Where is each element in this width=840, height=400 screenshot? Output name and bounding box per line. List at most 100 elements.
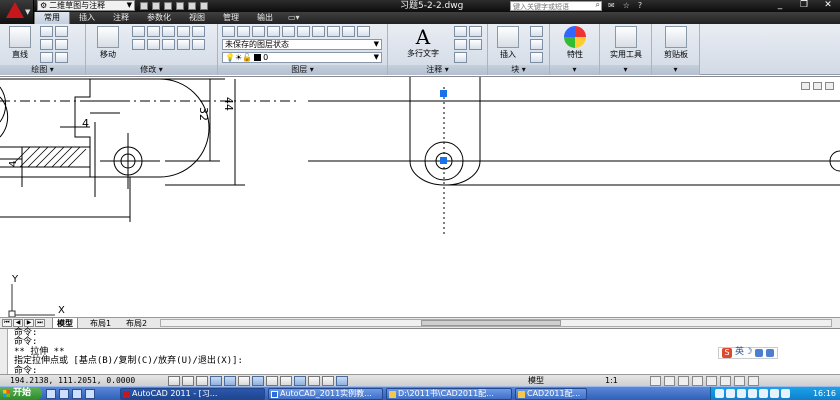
lock-icon[interactable] <box>692 376 703 386</box>
open-file-icon[interactable] <box>152 2 160 10</box>
command-window[interactable]: 命令: 命令: ** 拉伸 ** 指定拉伸点或 [基点(B)/复制(C)/放弃(… <box>0 328 840 376</box>
circle-icon[interactable] <box>40 39 53 50</box>
properties-panel-title[interactable]: ▾ <box>550 65 599 75</box>
hatch-icon[interactable] <box>55 52 68 63</box>
clean-screen-icon[interactable] <box>748 376 759 386</box>
close-icon[interactable]: ✕ <box>816 0 840 12</box>
grid-toggle[interactable] <box>182 376 194 386</box>
first-tab-icon[interactable]: ⏮ <box>2 319 12 327</box>
multiline-text-button[interactable]: A 多行文字 <box>398 26 448 59</box>
lineweight-toggle[interactable] <box>294 376 306 386</box>
ortho-toggle[interactable] <box>196 376 208 386</box>
moon-icon[interactable]: ☽ <box>747 347 752 357</box>
multileader-icon[interactable] <box>454 39 467 50</box>
volume-icon[interactable] <box>726 389 735 398</box>
new-file-icon[interactable] <box>140 2 148 10</box>
ime-mode-label[interactable]: 英 <box>735 347 744 357</box>
taskbar-item-word[interactable]: AutoCAD_2011实例教... <box>268 388 383 400</box>
layer-previous-icon[interactable] <box>327 26 340 37</box>
isolate-objects-icon[interactable] <box>720 376 731 386</box>
layer-lock-icon[interactable] <box>267 26 280 37</box>
modify-panel-title[interactable]: 修改 ▾ <box>86 65 217 75</box>
restore-icon[interactable]: ❐ <box>792 0 816 12</box>
auto-scale-icon[interactable] <box>664 376 675 386</box>
layer-off-icon[interactable] <box>357 26 370 37</box>
last-tab-icon[interactable]: ⏭ <box>35 319 45 327</box>
grip-center[interactable] <box>440 157 447 164</box>
create-block-icon[interactable] <box>530 26 543 37</box>
update-icon[interactable] <box>759 389 768 398</box>
array-icon[interactable] <box>162 39 175 50</box>
ime-settings-icon[interactable] <box>766 349 775 357</box>
insert-button[interactable]: 插入 <box>488 26 528 60</box>
polar-toggle[interactable] <box>210 376 222 386</box>
move-button[interactable]: 移动 <box>88 26 128 60</box>
workspace-switch-icon[interactable] <box>678 376 689 386</box>
selection-cycling-toggle[interactable] <box>336 376 348 386</box>
layer-match-icon[interactable] <box>312 26 325 37</box>
ime-toolbar[interactable]: S 英 ☽ <box>718 347 779 359</box>
undo-icon[interactable] <box>188 2 196 10</box>
current-layer-dropdown[interactable]: 💡☀🔓 0 ▼ <box>222 52 382 63</box>
annotation-panel-title[interactable]: 注释 ▾ <box>388 65 487 75</box>
erase-icon[interactable] <box>192 39 205 50</box>
layers-panel-title[interactable]: 图层 ▾ <box>218 65 387 75</box>
tab-insert[interactable]: 插入 <box>70 12 104 24</box>
security-icon[interactable] <box>737 389 746 398</box>
line-button[interactable]: 直线 <box>0 26 40 60</box>
scrollbar-thumb[interactable] <box>421 320 561 326</box>
ducs-toggle[interactable] <box>266 376 278 386</box>
tab-view[interactable]: 视图 <box>180 12 214 24</box>
quick-properties-toggle[interactable] <box>322 376 334 386</box>
annotation-visibility-icon[interactable] <box>650 376 661 386</box>
desktop-icon[interactable] <box>59 389 69 399</box>
transparency-toggle[interactable] <box>308 376 320 386</box>
tab-output[interactable]: 输出 <box>248 12 282 24</box>
stretch-icon[interactable] <box>132 39 145 50</box>
clipboard-button[interactable]: 剪贴板 <box>656 26 696 60</box>
command-window-grip[interactable] <box>0 329 8 375</box>
osnap-toggle[interactable] <box>224 376 236 386</box>
mirror-icon[interactable] <box>177 26 190 37</box>
layer-unisolate-icon[interactable] <box>297 26 310 37</box>
plot-icon[interactable] <box>176 2 184 10</box>
application-menu-button[interactable]: ▼ <box>0 0 34 24</box>
tab-parametric[interactable]: 参数化 <box>138 12 180 24</box>
utilities-panel-title[interactable]: ▾ <box>600 65 651 75</box>
fillet-icon[interactable] <box>192 26 205 37</box>
start-button[interactable]: 开始 <box>0 387 42 400</box>
dyn-toggle[interactable] <box>280 376 292 386</box>
horizontal-scrollbar[interactable] <box>160 319 832 327</box>
draw-panel-title[interactable]: 绘图 ▾ <box>0 65 85 75</box>
rotate-icon[interactable] <box>132 26 145 37</box>
drawing-canvas[interactable]: 32 44 4 4 Y X <box>0 76 840 318</box>
dim-dropdown-icon[interactable] <box>469 26 482 37</box>
search-icon[interactable]: ⌕ <box>596 0 600 10</box>
copy-icon[interactable] <box>162 26 175 37</box>
ellipse-icon[interactable] <box>40 52 53 63</box>
hardware-acceleration-icon[interactable] <box>706 376 717 386</box>
taskbar-item-explorer[interactable]: D:\2011书\CAD2011配... <box>386 388 512 400</box>
table-icon[interactable] <box>454 52 467 63</box>
workspace-selector[interactable]: ⚙ 二维草图与注释 ▼ <box>37 0 135 11</box>
tab-manage[interactable]: 管理 <box>214 12 248 24</box>
trim-icon[interactable] <box>147 26 160 37</box>
tab-annotate[interactable]: 注释 <box>104 12 138 24</box>
help-icon[interactable]: ? <box>638 0 642 12</box>
save-icon[interactable] <box>164 2 172 10</box>
layer-properties-icon[interactable] <box>222 26 235 37</box>
leader-dropdown-icon[interactable] <box>469 39 482 50</box>
ie-icon[interactable] <box>46 389 56 399</box>
previous-tab-icon[interactable]: ◀ <box>13 319 23 327</box>
antivirus-icon[interactable] <box>770 389 779 398</box>
communication-center-icon[interactable]: ✉ <box>608 0 615 12</box>
minimize-icon[interactable]: _ <box>768 0 792 12</box>
restore-icon[interactable] <box>813 82 822 90</box>
tab-home[interactable]: 常用 <box>34 12 70 24</box>
redo-icon[interactable] <box>200 2 208 10</box>
scale-icon[interactable] <box>147 39 160 50</box>
snap-toggle[interactable] <box>168 376 180 386</box>
linear-dimension-icon[interactable] <box>454 26 467 37</box>
search-box[interactable]: ⌕ <box>510 0 602 11</box>
edit-block-icon[interactable] <box>530 39 543 50</box>
